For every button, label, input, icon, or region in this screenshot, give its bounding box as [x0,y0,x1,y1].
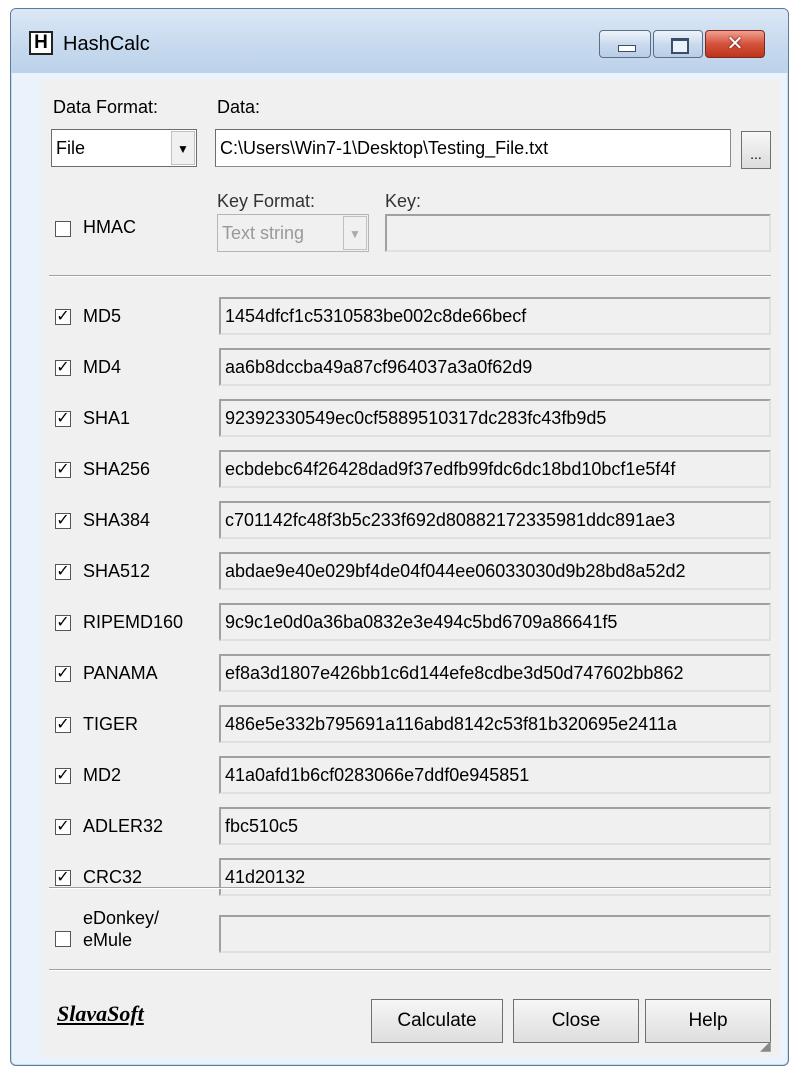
title-bar[interactable]: H HashCalc ✕ [11,9,788,73]
hash-label-panama: PANAMA [83,663,158,683]
data-format-select[interactable]: File ▼ [51,129,197,167]
maximize-icon [671,38,689,54]
hash-output-sha512[interactable]: abdae9e40e029bf4de04f044ee06033030d9b28b… [219,552,771,590]
client-area: Data Format: File ▼ Data: C:\Users\Win7-… [41,79,780,1057]
slavasoft-logo: SlavaSoft [57,1001,144,1026]
browse-button[interactable]: ... [741,131,771,169]
close-icon: ✕ [726,33,744,55]
chevron-down-icon: ▼ [343,216,367,250]
key-input[interactable] [385,214,771,252]
hash-checkbox-tiger[interactable]: ✓ [55,717,71,733]
hash-checkbox-sha384[interactable]: ✓ [55,513,71,529]
hmac-checkbox[interactable] [55,221,71,237]
hash-output-sha1[interactable]: 92392330549ec0cf5889510317dc283fc43fb9d5 [219,399,771,437]
hash-output-sha384[interactable]: c701142fc48f3b5c233f692d80882172335981dd… [219,501,771,539]
maximize-button[interactable] [653,30,703,58]
hash-label-md4: MD4 [83,357,122,377]
hash-output-ripemd160[interactable]: 9c9c1e0d0a36ba0832e3e494c5bd6709a86641f5 [219,603,771,641]
hmac-label: HMAC [83,217,136,237]
edonkey-output[interactable] [219,915,771,953]
hash-label-ripemd160: RIPEMD160 [83,612,184,632]
hash-label-sha1: SHA1 [83,408,131,428]
separator [49,969,771,971]
hash-output-sha256[interactable]: ecbdebc64f26428dad9f37edfb99fdc6dc18bd10… [219,450,771,488]
data-format-value: File [56,138,86,158]
key-label: Key: [385,191,422,211]
data-format-label: Data Format: [53,97,159,117]
minimize-button[interactable] [599,30,651,58]
edonkey-checkbox[interactable] [55,931,71,947]
key-format-select[interactable]: Text string ▼ [217,214,369,252]
hash-output-adler32[interactable]: fbc510c5 [219,807,771,845]
minimize-icon [618,45,636,52]
hash-checkbox-md2[interactable]: ✓ [55,768,71,784]
hash-checkbox-ripemd160[interactable]: ✓ [55,615,71,631]
edonkey-label: eDonkey/ eMule [83,907,159,951]
hash-label-crc32: CRC32 [83,867,143,887]
hash-checkbox-md4[interactable]: ✓ [55,360,71,376]
hash-label-sha384: SHA384 [83,510,151,530]
hash-checkbox-sha512[interactable]: ✓ [55,564,71,580]
edonkey-label-line2: eMule [83,930,133,950]
hashcalc-window: H HashCalc ✕ Data Format: File ▼ Data: C… [10,8,789,1066]
window-title: HashCalc [63,33,150,55]
edonkey-label-line1: eDonkey/ [83,908,160,928]
chevron-down-icon[interactable]: ▼ [171,131,195,165]
hash-output-md5[interactable]: 1454dfcf1c5310583be002c8de66becf [219,297,771,335]
hash-checkbox-panama[interactable]: ✓ [55,666,71,682]
hash-label-tiger: TIGER [83,714,139,734]
hash-checkbox-sha1[interactable]: ✓ [55,411,71,427]
close-window-button[interactable]: ✕ [705,30,765,58]
key-format-label: Key Format: [217,191,316,211]
hash-output-tiger[interactable]: 486e5e332b795691a116abd8142c53f81b320695… [219,705,771,743]
hash-checkbox-adler32[interactable]: ✓ [55,819,71,835]
hash-label-md2: MD2 [83,765,122,785]
close-button[interactable]: Close [513,999,639,1043]
hash-checkbox-crc32[interactable]: ✓ [55,870,71,886]
hash-checkbox-md5[interactable]: ✓ [55,309,71,325]
hash-output-panama[interactable]: ef8a3d1807e426bb1c6d144efe8cdbe3d50d7476… [219,654,771,692]
hash-label-sha512: SHA512 [83,561,151,581]
key-format-value: Text string [222,223,305,243]
separator [49,275,771,277]
hash-checkbox-sha256[interactable]: ✓ [55,462,71,478]
hash-label-sha256: SHA256 [83,459,151,479]
help-button[interactable]: Help [645,999,771,1043]
resize-grip-icon[interactable]: ◢ [760,1037,776,1053]
calculate-button[interactable]: Calculate [371,999,503,1043]
hash-label-adler32: ADLER32 [83,816,164,836]
data-label: Data: [217,97,261,117]
app-icon: H [29,31,53,55]
data-input[interactable]: C:\Users\Win7-1\Desktop\Testing_File.txt [215,129,731,167]
hash-output-md4[interactable]: aa6b8dccba49a87cf964037a3a0f62d9 [219,348,771,386]
hash-label-md5: MD5 [83,306,122,326]
separator [49,887,771,889]
hash-output-crc32[interactable]: 41d20132 [219,858,771,896]
hash-output-md2[interactable]: 41a0afd1b6cf0283066e7ddf0e945851 [219,756,771,794]
